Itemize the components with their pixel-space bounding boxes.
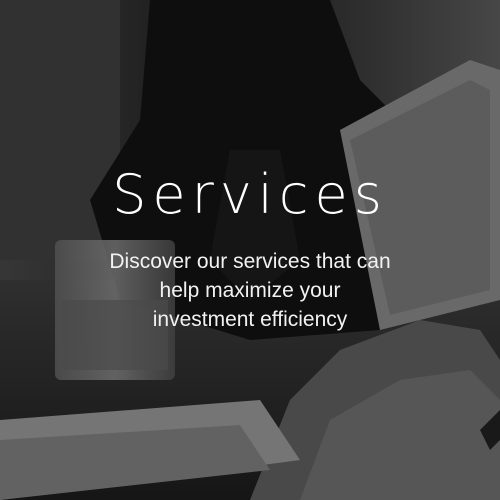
subtitle-line: Discover our services that can [109,250,391,273]
subtitle-line: help maximize your [159,279,341,302]
hero-content: Services Discover our services that can … [0,0,500,500]
section-title: Services [112,163,388,226]
subtitle-line: investment efficiency [152,308,348,331]
section-subtitle: Discover our services that can help maxi… [80,247,420,334]
services-card[interactable]: Services Discover our services that can … [0,0,500,500]
